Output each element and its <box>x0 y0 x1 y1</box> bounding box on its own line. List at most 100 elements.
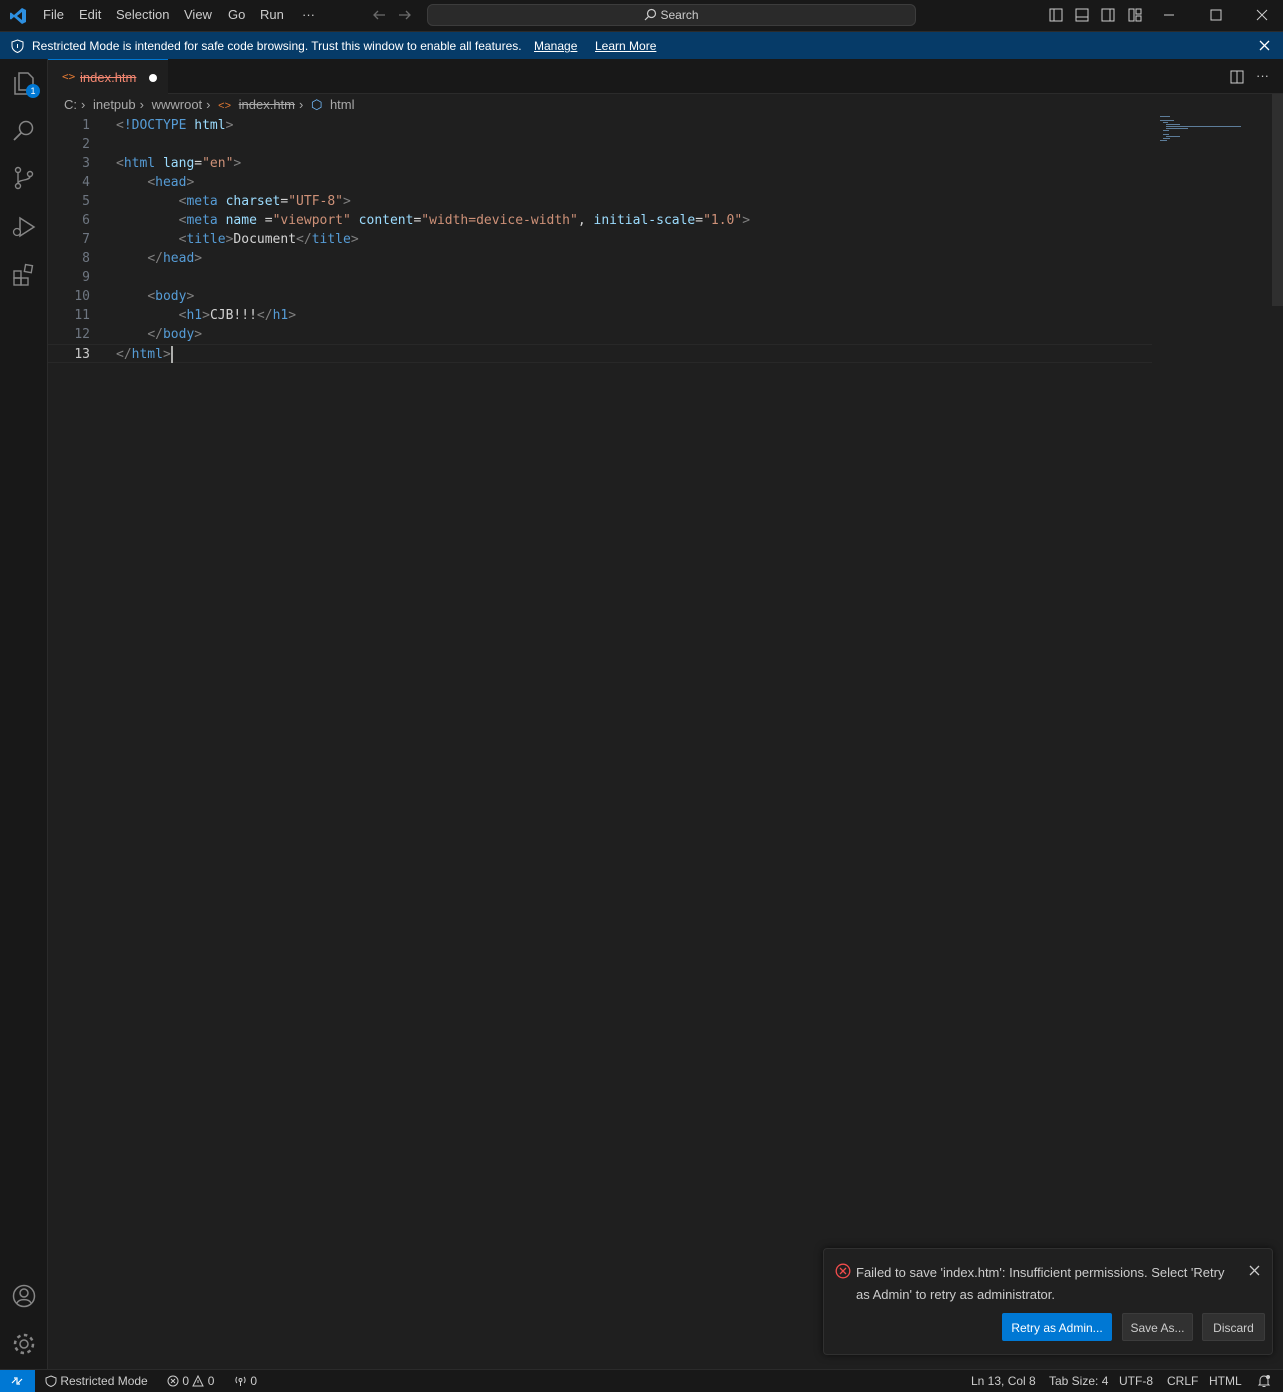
breadcrumb-inetpub[interactable]: inetpub <box>93 97 136 112</box>
more-actions-icon[interactable]: ··· <box>1256 68 1269 83</box>
line-ending[interactable]: CRLF <box>1167 1374 1198 1388</box>
code-line[interactable]: 2 <box>48 135 1152 154</box>
code-token: body <box>155 289 187 304</box>
code-token: title <box>311 232 351 247</box>
menu-go[interactable]: Go <box>228 7 245 22</box>
code-token: html <box>123 156 156 171</box>
code-token: "width=device-width" <box>421 213 578 228</box>
line-code: <body> <box>116 287 194 306</box>
remote-indicator[interactable] <box>0 1370 35 1392</box>
search-icon[interactable] <box>11 118 37 144</box>
code-token: </ <box>147 327 163 342</box>
forward-arrow-icon[interactable] <box>398 8 412 22</box>
breadcrumb-symbol[interactable]: html <box>330 97 355 112</box>
code-token: Document <box>233 232 297 247</box>
code-line[interactable]: 8 </head> <box>48 249 1152 268</box>
code-token: title <box>186 232 226 247</box>
code-line[interactable]: 10 <body> <box>48 287 1152 306</box>
menu-more[interactable]: ··· <box>302 7 315 22</box>
html-file-icon: <> <box>218 100 231 112</box>
manage-gear-icon[interactable] <box>11 1331 37 1357</box>
breadcrumb-drive[interactable]: C: <box>64 97 77 112</box>
code-token: > <box>742 213 751 228</box>
problems-status[interactable]: 0 0 <box>167 1374 214 1388</box>
back-arrow-icon[interactable] <box>372 8 386 22</box>
minimize-icon[interactable] <box>1162 8 1176 22</box>
error-icon <box>167 1375 179 1387</box>
broadcast-icon <box>235 1376 246 1386</box>
manage-link[interactable]: Manage <box>534 39 577 53</box>
code-line[interactable]: 7 <title>Document</title> <box>48 230 1152 249</box>
code-line[interactable]: 12 </body> <box>48 325 1152 344</box>
breadcrumb-wwwroot[interactable]: wwwroot <box>152 97 203 112</box>
toggle-panel-icon[interactable] <box>1075 8 1089 22</box>
restricted-mode-status[interactable]: Restricted Mode <box>45 1374 148 1388</box>
menu-selection[interactable]: Selection <box>116 7 169 22</box>
customize-layout-icon[interactable] <box>1128 8 1142 22</box>
code-line[interactable]: 3 <html lang="en"> <box>48 154 1152 173</box>
menu-view[interactable]: View <box>184 7 212 22</box>
notifications-bell-icon[interactable] <box>1257 1374 1271 1388</box>
save-as-button[interactable]: Save As... <box>1122 1313 1193 1341</box>
toggle-primary-sidebar-icon[interactable] <box>1049 8 1063 22</box>
editor-scrollbar[interactable] <box>1272 94 1283 1369</box>
code-token: = <box>194 156 203 171</box>
code-line[interactable]: 13 </html> <box>48 344 1152 363</box>
ports-count: 0 <box>250 1374 258 1388</box>
code-token: "en" <box>202 156 234 171</box>
maximize-icon[interactable] <box>1209 8 1223 22</box>
breadcrumb-file[interactable]: index.htm <box>239 97 295 112</box>
code-token: "UTF-8" <box>288 194 344 209</box>
close-window-icon[interactable] <box>1255 8 1269 22</box>
accounts-icon[interactable] <box>11 1283 37 1309</box>
source-control-icon[interactable] <box>11 165 37 191</box>
encoding[interactable]: UTF-8 <box>1119 1374 1153 1388</box>
retry-as-admin-button[interactable]: Retry as Admin... <box>1002 1313 1112 1341</box>
scrollbar-thumb[interactable] <box>1272 94 1283 306</box>
line-number: 11 <box>74 308 90 323</box>
unsaved-dot-icon[interactable] <box>149 74 157 82</box>
line-code: <title>Document</title> <box>116 230 359 249</box>
code-line[interactable]: 6 <meta name ="viewport" content="width=… <box>48 211 1152 230</box>
code-line[interactable]: 4 <head> <box>48 173 1152 192</box>
line-code: <!DOCTYPE html> <box>116 116 233 135</box>
split-editor-icon[interactable] <box>1230 70 1244 84</box>
learn-more-link[interactable]: Learn More <box>595 39 656 53</box>
toggle-secondary-sidebar-icon[interactable] <box>1101 8 1115 22</box>
code-token: > <box>350 232 359 247</box>
restricted-mode-label: Restricted Mode <box>60 1374 148 1388</box>
error-icon <box>835 1263 851 1279</box>
extensions-icon[interactable] <box>11 262 37 288</box>
code-token: > <box>194 327 203 342</box>
tab-index-htm[interactable]: <> index.htm <box>48 59 168 94</box>
menu-edit[interactable]: Edit <box>79 7 101 22</box>
minimap[interactable] <box>1160 115 1245 145</box>
ports-status[interactable]: 0 <box>234 1374 257 1388</box>
command-center-search[interactable]: Search <box>427 4 916 26</box>
line-number: 13 <box>74 347 90 362</box>
code-token: !DOCTYPE <box>123 118 187 133</box>
line-number: 7 <box>82 232 90 247</box>
line-number: 6 <box>82 213 90 228</box>
discard-button[interactable]: Discard <box>1202 1313 1265 1341</box>
menu-run[interactable]: Run <box>260 7 284 22</box>
code-line[interactable]: 1 <!DOCTYPE html> <box>48 116 1152 135</box>
code-line[interactable]: 11 <h1>CJB!!!</h1> <box>48 306 1152 325</box>
language-mode[interactable]: HTML <box>1209 1374 1242 1388</box>
code-editor[interactable]: 1 <!DOCTYPE html> 2 3 <html lang="en"> 4 <hea… <box>48 116 1158 376</box>
run-debug-icon[interactable] <box>11 214 37 240</box>
close-banner-icon[interactable] <box>1259 40 1270 51</box>
code-line[interactable]: 9 <box>48 268 1152 287</box>
code-line[interactable]: 5 <meta charset="UTF-8"> <box>48 192 1152 211</box>
tab-size[interactable]: Tab Size: 4 <box>1049 1374 1108 1388</box>
menu-file[interactable]: File <box>43 7 64 22</box>
line-code: </body> <box>116 325 202 344</box>
cursor-position[interactable]: Ln 13, Col 8 <box>971 1374 1036 1388</box>
line-number: 2 <box>82 137 90 152</box>
close-notification-icon[interactable] <box>1249 1265 1260 1276</box>
